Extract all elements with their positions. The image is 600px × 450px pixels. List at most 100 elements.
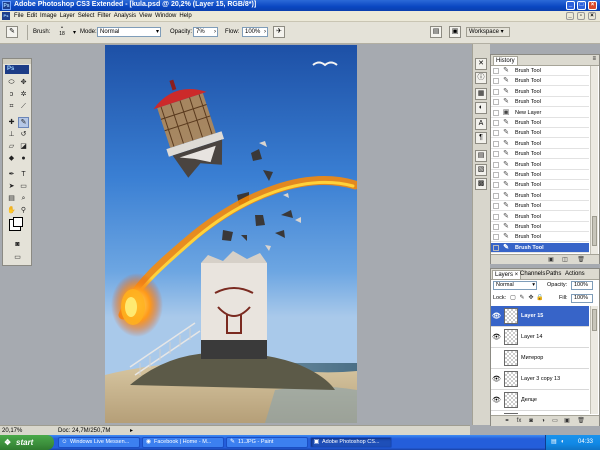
layer-row[interactable]: 👁mali deknija copy 8 — [491, 411, 589, 414]
new-layer-icon[interactable]: ▣ — [563, 417, 571, 425]
paint-bucket-tool-icon[interactable]: ◪ — [18, 141, 29, 152]
layer-comps-icon[interactable]: ▩ — [475, 178, 487, 190]
history-source-checkbox[interactable] — [493, 192, 499, 199]
history-row[interactable]: ▣ New Layer — [491, 108, 589, 118]
eye-icon[interactable]: 👁 — [492, 333, 501, 342]
menu-window[interactable]: Window — [154, 11, 177, 21]
network-icon[interactable]: ▤ — [551, 435, 557, 450]
brush-tool-icon[interactable]: ✎ — [18, 117, 29, 128]
character-icon[interactable]: A — [475, 118, 487, 130]
history-source-checkbox[interactable] — [493, 224, 499, 230]
zoom-tool-icon[interactable]: ⚲ — [18, 205, 29, 216]
history-row[interactable]: ✎ Brush Tool — [491, 222, 589, 232]
history-source-checkbox[interactable] — [493, 234, 499, 241]
menu-layer[interactable]: Layer — [59, 11, 76, 21]
tab-paths[interactable]: Paths — [544, 270, 563, 279]
foreground-color-front[interactable] — [13, 217, 23, 227]
mask-icon[interactable]: ◙ — [527, 417, 535, 425]
layer-name[interactable]: Layer 14 — [521, 334, 542, 340]
menu-file[interactable]: File — [13, 11, 25, 21]
path-selection-tool-icon[interactable]: ➤ — [6, 181, 17, 192]
history-source-checkbox[interactable] — [493, 99, 499, 106]
tool-presets-icon[interactable]: ▧ — [475, 164, 487, 176]
opacity-input[interactable]: 7% › — [193, 27, 218, 37]
layer-opacity-input[interactable]: 100% — [571, 281, 593, 290]
history-row[interactable]: ✎ Brush Tool — [491, 149, 589, 160]
chevron-down-icon[interactable]: ▾ — [73, 29, 76, 36]
history-scroll-thumb[interactable] — [592, 216, 597, 246]
lock-image-icon[interactable]: ✎ — [518, 294, 526, 302]
history-row[interactable]: ✎ Brush Tool — [491, 118, 589, 128]
history-row[interactable]: ✎ Brush Tool — [491, 128, 589, 139]
swatches-icon[interactable]: ▦ — [475, 88, 487, 100]
layer-name[interactable]: Делце — [521, 397, 537, 403]
history-row[interactable]: ✎ Brush Tool — [491, 139, 589, 149]
history-source-checkbox[interactable] — [493, 182, 499, 189]
layer-name[interactable]: Layer 15 — [521, 313, 543, 319]
history-row[interactable]: ✎ Brush Tool — [491, 76, 589, 87]
tool-preset-picker[interactable]: ✎ — [6, 26, 18, 38]
blend-mode-select[interactable]: Normal ▾ — [493, 281, 537, 290]
styles-icon[interactable]: ◐ — [475, 102, 487, 114]
slice-tool-icon[interactable]: ⟋ — [18, 101, 29, 112]
rectangle-tool-icon[interactable]: ▭ — [18, 181, 29, 192]
minimize-button[interactable]: _ — [566, 1, 575, 10]
history-brush-tool-icon[interactable]: ↺ — [18, 129, 29, 140]
lasso-tool-icon[interactable]: ↄ — [6, 89, 17, 100]
notes-tool-icon[interactable]: ▤ — [6, 193, 17, 204]
fill-input[interactable]: 100% — [571, 294, 593, 303]
menu-select[interactable]: Select — [77, 11, 96, 21]
screen-mode-icon[interactable]: ▭ — [12, 252, 23, 263]
volume-icon[interactable]: ◐ — [561, 435, 565, 450]
folder-icon[interactable]: ▭ — [551, 417, 559, 425]
ps-menu-icon[interactable]: Ps — [2, 12, 10, 20]
layer-name[interactable]: Layer 3 copy 13 — [521, 376, 560, 382]
info-icon[interactable]: ⓘ — [475, 72, 487, 84]
layer-row[interactable]: 👁 Layer 15 — [491, 306, 589, 327]
lock-transparent-icon[interactable]: ▢ — [509, 294, 517, 302]
magic-wand-tool-icon[interactable]: ✲ — [18, 89, 29, 100]
tab-actions[interactable]: Actions — [563, 270, 587, 279]
new-document-icon[interactable]: ▣ — [547, 256, 555, 264]
tab-history[interactable]: History — [493, 56, 518, 65]
history-source-checkbox[interactable] — [493, 213, 499, 220]
mode-select[interactable]: Normal ▾ — [97, 27, 161, 37]
task-photoshop[interactable]: ▣ Adobe Photoshop CS... — [310, 437, 392, 448]
history-scrollbar[interactable] — [590, 66, 598, 254]
history-row[interactable]: ✎ Brush Tool — [491, 242, 589, 253]
clone-stamp-tool-icon[interactable]: ⊥ — [6, 129, 17, 140]
doc-close-button[interactable]: × — [588, 12, 596, 20]
history-source-checkbox[interactable] — [493, 161, 499, 168]
history-row[interactable]: ✎ Brush Tool — [491, 180, 589, 191]
history-row[interactable]: ✎ Brush Tool — [491, 191, 589, 201]
menu-filter[interactable]: Filter — [96, 11, 111, 21]
layer-row[interactable]: 👁 Layer 3 copy 13 — [491, 369, 589, 390]
history-source-checkbox[interactable] — [493, 68, 499, 74]
brush-picker[interactable]: • 18 — [56, 25, 68, 40]
eye-icon[interactable]: 👁 — [492, 312, 501, 321]
history-row[interactable]: ✎ Brush Tool — [491, 66, 589, 76]
history-source-checkbox[interactable] — [493, 172, 499, 178]
airbrush-button[interactable]: ✈ — [273, 26, 285, 38]
bridge-button[interactable]: ▣ — [449, 26, 461, 38]
layers-scroll-thumb[interactable] — [592, 309, 597, 331]
history-row[interactable]: ✎ Brush Tool — [491, 170, 589, 180]
quick-mask-icon[interactable]: ◙ — [12, 239, 23, 250]
eraser-tool-icon[interactable]: ▱ — [6, 141, 17, 152]
blur-tool-icon[interactable]: ◆ — [6, 153, 17, 164]
panel-menu-icon[interactable]: ≡ — [592, 56, 596, 62]
menu-view[interactable]: View — [138, 11, 153, 21]
history-row[interactable]: ✎ Brush Tool — [491, 87, 589, 97]
brushes-icon[interactable]: ▤ — [475, 150, 487, 162]
trash-icon[interactable]: 🗑 — [577, 417, 585, 425]
photoshop-app-icon[interactable]: Ps — [2, 1, 11, 10]
layer-row[interactable]: Митерор — [491, 348, 589, 369]
history-source-checkbox[interactable] — [493, 88, 499, 95]
adjustment-layer-icon[interactable]: ◑ — [539, 417, 547, 425]
eye-icon[interactable]: 👁 — [492, 396, 501, 405]
layer-row[interactable]: 👁 Делце — [491, 390, 589, 411]
hand-tool-icon[interactable]: ✋ — [6, 205, 17, 216]
maximize-button[interactable]: □ — [577, 1, 586, 10]
history-row[interactable]: ✎ Brush Tool — [491, 160, 589, 170]
crop-tool-icon[interactable]: ⌗ — [6, 101, 17, 112]
